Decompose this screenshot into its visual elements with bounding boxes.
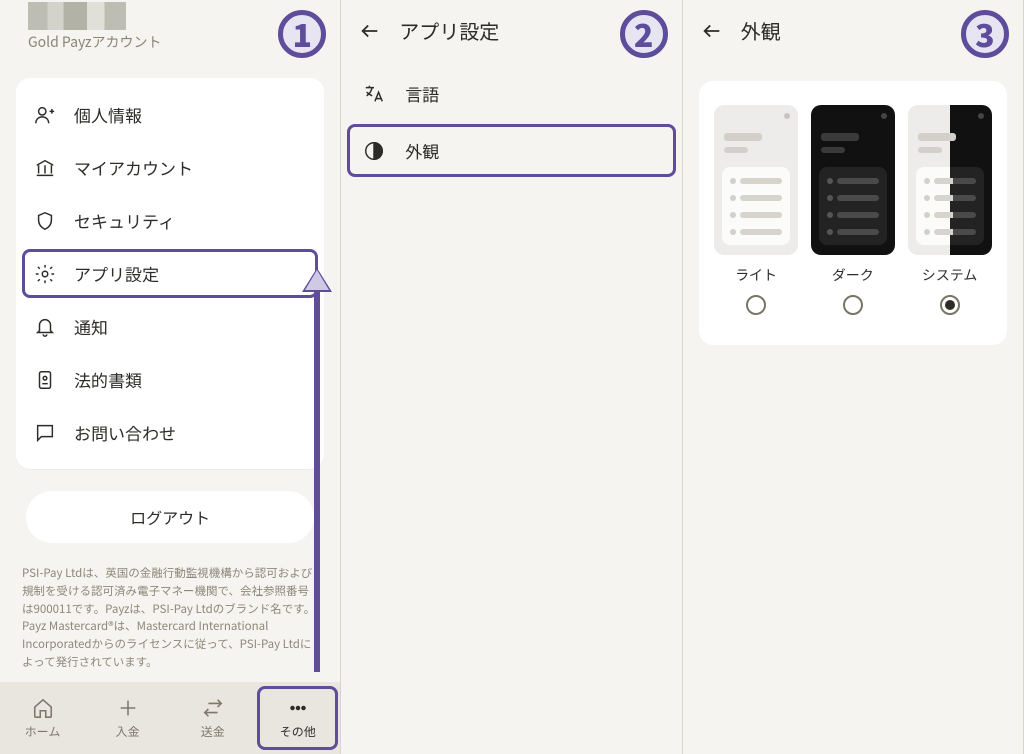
theme-label: ダーク	[832, 265, 874, 285]
tab-more[interactable]: その他	[255, 682, 340, 754]
translate-icon	[363, 83, 385, 105]
settings-row-language[interactable]: 言語	[341, 65, 681, 122]
more-icon	[287, 697, 309, 719]
highlight-box	[347, 124, 675, 177]
tab-label: ホーム	[25, 723, 61, 740]
home-icon	[32, 697, 54, 719]
bank-icon	[34, 157, 56, 179]
menu-item-label: 個人情報	[74, 102, 142, 127]
theme-selector-card: ライト ダーク システム	[699, 81, 1007, 345]
menu-item-notifications[interactable]: 通知	[16, 300, 324, 353]
contrast-icon	[363, 140, 385, 162]
theme-label: ライト	[735, 265, 777, 285]
legal-text: PSI-Pay Ltdは、英国の金融行動監視機構から認可および規制を受ける認可済…	[0, 543, 340, 672]
menu-item-app-settings[interactable]: アプリ設定	[16, 247, 324, 300]
menu-item-legal[interactable]: 法的書類	[16, 353, 324, 406]
row-label: 言語	[405, 81, 439, 106]
logout-button[interactable]: ログアウト	[26, 491, 314, 543]
menu-item-account[interactable]: マイアカウント	[16, 141, 324, 194]
menu-item-label: セキュリティ	[74, 208, 175, 233]
pane-account: 1 Gold Payzアカウント 個人情報 マイアカウント セキュリティ アプリ…	[0, 0, 341, 754]
highlight-box	[22, 249, 318, 298]
menu-item-contact[interactable]: お問い合わせ	[16, 406, 324, 459]
radio-dark[interactable]	[843, 295, 863, 315]
step-badge-3: 3	[961, 10, 1009, 58]
theme-option-system[interactable]: システム	[904, 105, 995, 315]
radio-system[interactable]	[940, 295, 960, 315]
bell-icon	[34, 316, 56, 338]
menu-item-label: 通知	[74, 314, 108, 339]
bottom-tabbar: ホーム 入金 送金 その他	[0, 682, 340, 754]
tab-send[interactable]: 送金	[170, 682, 255, 754]
theme-option-light[interactable]: ライト	[711, 105, 802, 315]
page-title: 外観	[741, 16, 781, 45]
document-icon	[34, 369, 56, 391]
tab-label: 送金	[201, 723, 225, 740]
menu-item-personal[interactable]: 個人情報	[16, 88, 324, 141]
settings-menu-card: 個人情報 マイアカウント セキュリティ アプリ設定 通知 法的書類 お問い合わせ	[16, 78, 324, 469]
user-icon	[34, 104, 56, 126]
settings-row-appearance[interactable]: 外観	[341, 122, 681, 179]
theme-option-dark[interactable]: ダーク	[807, 105, 898, 315]
guide-arrow	[314, 290, 320, 672]
menu-item-label: お問い合わせ	[74, 420, 176, 445]
tab-deposit[interactable]: 入金	[85, 682, 170, 754]
theme-preview-system	[908, 105, 992, 255]
shield-icon	[34, 210, 56, 232]
tab-label: その他	[280, 723, 316, 740]
menu-item-label: マイアカウント	[74, 155, 193, 180]
menu-item-security[interactable]: セキュリティ	[16, 194, 324, 247]
pane-app-settings: 2 アプリ設定 言語 外観	[341, 0, 682, 754]
back-icon[interactable]	[359, 20, 381, 42]
menu-item-label: アプリ設定	[74, 261, 159, 286]
gear-icon	[34, 263, 56, 285]
user-name-redacted	[28, 2, 126, 30]
row-label: 外観	[405, 138, 439, 163]
transfer-icon	[202, 697, 224, 719]
tab-home[interactable]: ホーム	[0, 682, 85, 754]
chat-icon	[34, 422, 56, 444]
step-badge-2: 2	[620, 10, 668, 58]
theme-preview-dark	[811, 105, 895, 255]
radio-light[interactable]	[746, 295, 766, 315]
menu-item-label: 法的書類	[74, 367, 142, 392]
tab-label: 入金	[116, 723, 140, 740]
page-title: アプリ設定	[399, 16, 499, 45]
pane-appearance: 3 外観 ライト ダーク システム	[683, 0, 1024, 754]
step-badge-1: 1	[278, 10, 326, 58]
back-icon[interactable]	[701, 20, 723, 42]
theme-preview-light	[714, 105, 798, 255]
plus-icon	[117, 697, 139, 719]
theme-label: システム	[922, 265, 978, 285]
